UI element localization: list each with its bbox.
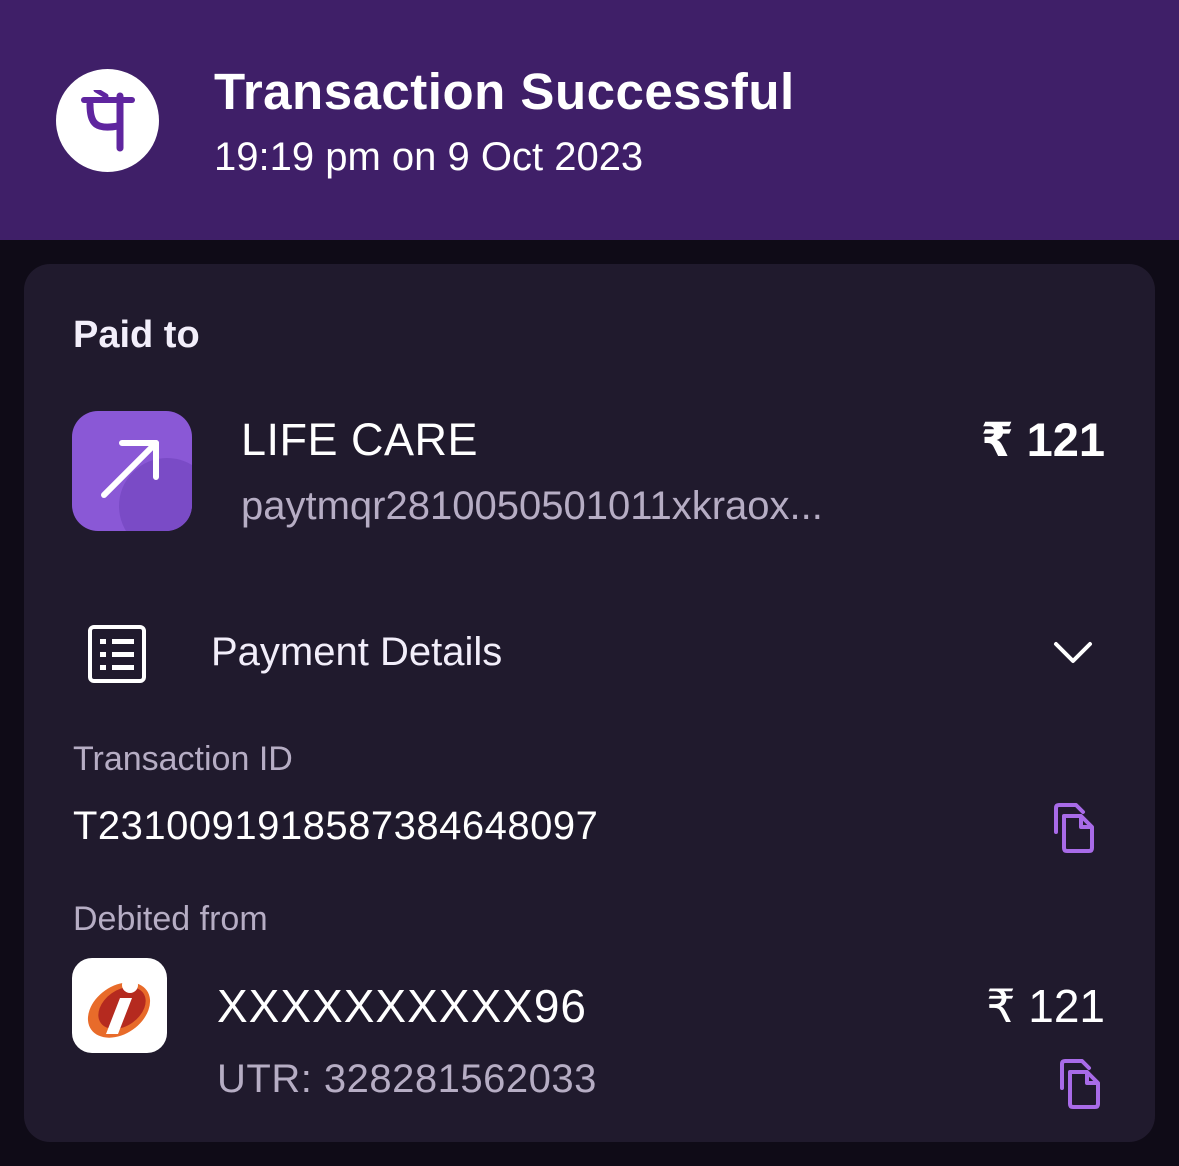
debit-account-number: XXXXXXXXXX96 [217, 980, 587, 1032]
copy-utr-icon[interactable] [1056, 1058, 1104, 1110]
copy-transaction-id-icon[interactable] [1050, 802, 1098, 854]
paid-amount: ₹ 121 [980, 413, 1105, 466]
utr-number: UTR: 328281562033 [217, 1057, 597, 1101]
page-title: Transaction Successful [214, 63, 795, 120]
receipt-list-icon[interactable] [87, 624, 147, 684]
phonepe-logo-icon [56, 69, 159, 172]
transaction-timestamp: 19:19 pm on 9 Oct 2023 [214, 135, 644, 179]
payee-name: LIFE CARE [241, 414, 479, 465]
paid-to-label: Paid to [73, 314, 200, 356]
payment-details-toggle[interactable]: Payment Details [211, 630, 502, 675]
transaction-id-value: T2310091918587384648097 [73, 804, 599, 848]
payee-upi-id: paytmqr2810050501011xkraox... [241, 484, 823, 528]
payee-avatar [72, 411, 192, 531]
debited-from-label: Debited from [73, 900, 268, 938]
transaction-card: Paid to LIFE CARE paytmqr2810050501011xk… [24, 264, 1155, 1142]
chevron-down-icon[interactable] [1052, 638, 1094, 668]
header: Transaction Successful 19:19 pm on 9 Oct… [0, 0, 1179, 240]
icici-bank-logo-icon [72, 958, 167, 1053]
debited-amount: ₹ 121 [986, 980, 1105, 1032]
transaction-id-label: Transaction ID [73, 740, 293, 778]
